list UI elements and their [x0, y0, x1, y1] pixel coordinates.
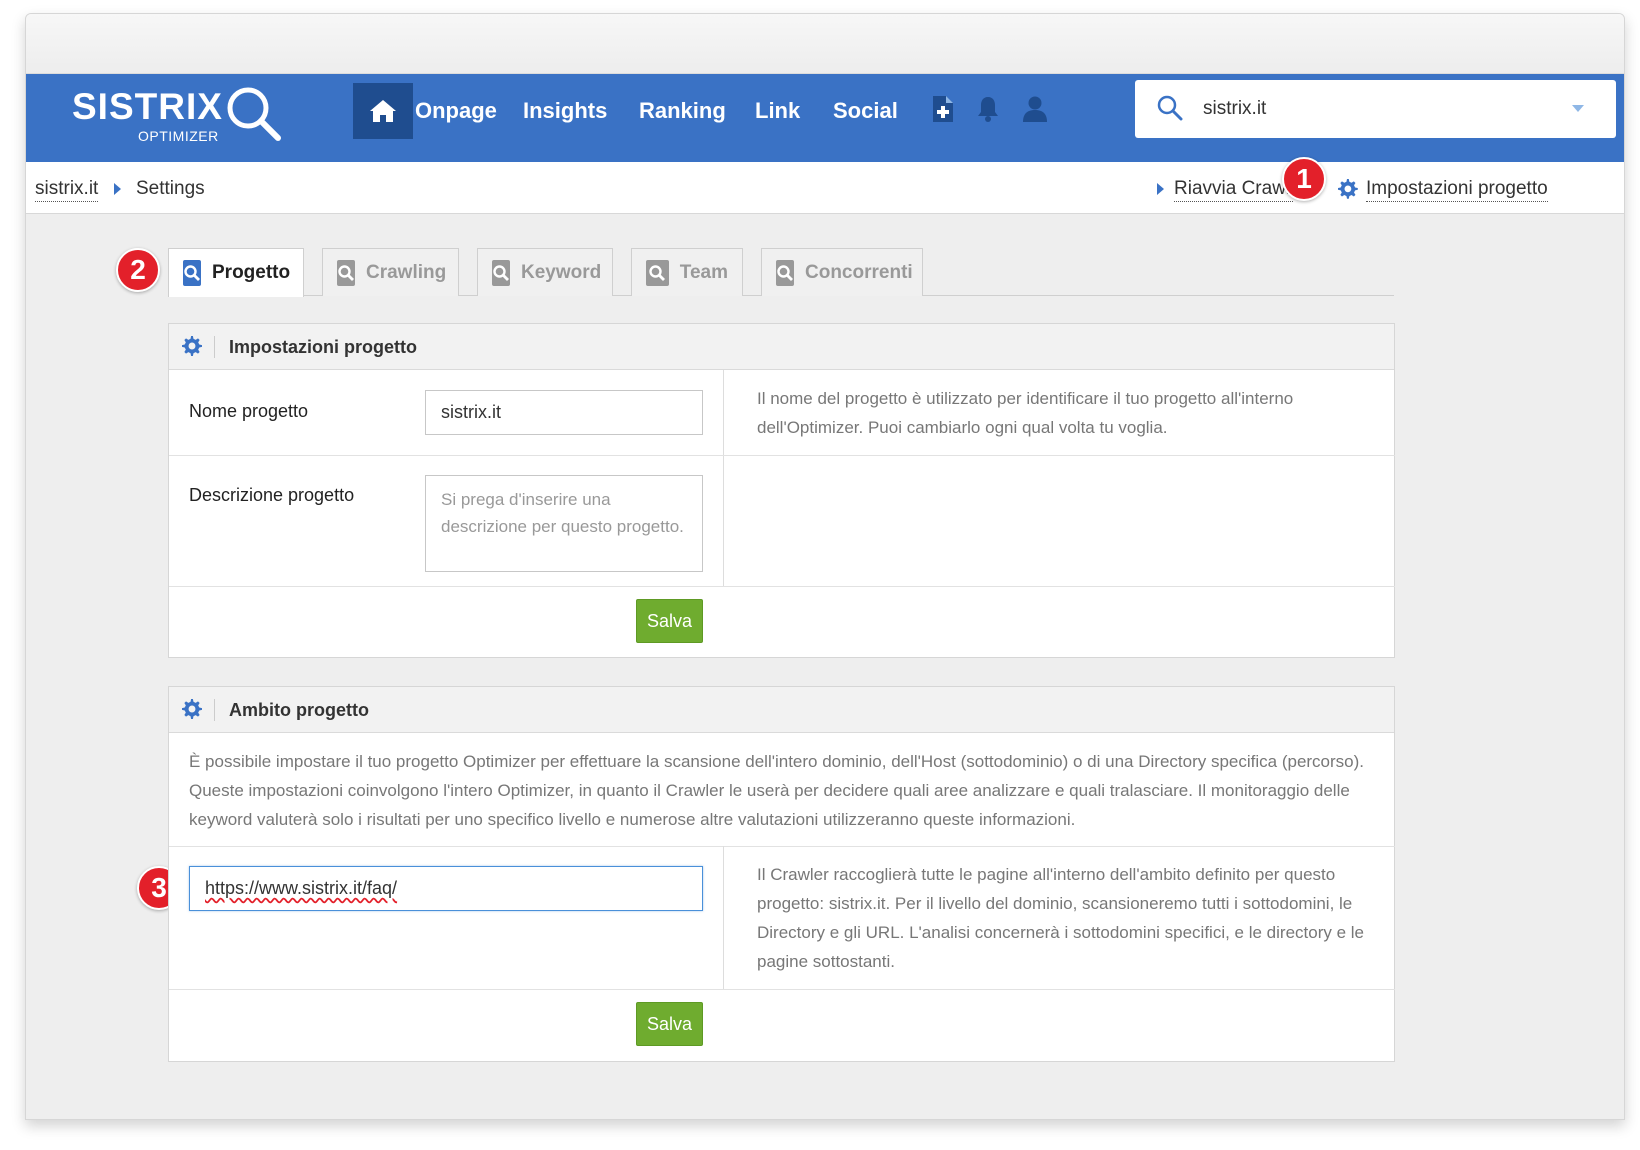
panel-title: Impostazioni progetto: [229, 337, 417, 357]
add-document-icon[interactable]: [933, 96, 953, 122]
tab-progetto[interactable]: Progetto: [168, 248, 304, 297]
tab-label: Team: [679, 261, 728, 283]
sistrix-logo[interactable]: SISTRIX OPTIMIZER: [72, 84, 282, 150]
tab-label: Crawling: [366, 261, 447, 283]
panel-header: Ambito progetto: [169, 687, 1394, 733]
chevron-down-icon[interactable]: [1572, 105, 1584, 112]
save-button[interactable]: Salva: [636, 1002, 703, 1046]
panel-title: Ambito progetto: [229, 700, 369, 720]
user-icon[interactable]: [1023, 96, 1047, 122]
tab-keyword[interactable]: Keyword: [477, 248, 613, 296]
scope-help: Il Crawler raccoglierà tutte le pagine a…: [757, 865, 1365, 971]
project-description-label: Descrizione progetto: [189, 485, 355, 505]
project-settings-link[interactable]: Impostazioni progetto: [1366, 178, 1548, 202]
home-button[interactable]: [353, 83, 413, 139]
tab-concorrenti[interactable]: Concorrenti: [761, 248, 923, 296]
logo-subtitle: OPTIMIZER: [138, 128, 219, 144]
header-divider: [214, 699, 215, 721]
tab-label: Keyword: [521, 261, 602, 283]
restart-crawler-link[interactable]: Riavvia Crawler: [1174, 178, 1293, 202]
row-divider: [169, 846, 1395, 847]
home-icon: [370, 100, 396, 122]
browser-chrome: [26, 14, 1624, 74]
search-input[interactable]: sistrix.it: [1203, 98, 1266, 120]
gear-icon: [182, 699, 202, 719]
domain-search-box[interactable]: sistrix.it: [1135, 80, 1616, 138]
row-divider: [169, 586, 1395, 587]
column-divider: [723, 846, 724, 989]
logo-magnifier-icon: [227, 87, 281, 141]
search-icon: [776, 259, 794, 286]
tab-label: Concorrenti: [805, 261, 913, 283]
tab-team[interactable]: Team: [631, 248, 743, 296]
nav-social[interactable]: Social: [833, 98, 898, 124]
project-name-label: Nome progetto: [189, 401, 309, 421]
tab-label: Progetto: [212, 262, 291, 283]
project-name-help: Il nome del progetto è utilizzato per id…: [757, 389, 1294, 437]
project-description-textarea[interactable]: Si prega d'inserire una descrizione per …: [425, 475, 703, 572]
breadcrumb: sistrix.it Settings Riavvia Crawler Impo…: [26, 162, 1624, 214]
gear-icon: [1338, 179, 1358, 199]
search-icon: [1157, 95, 1183, 121]
logo-text: SISTRIX: [72, 86, 223, 127]
annotation-badge-2: 2: [116, 248, 160, 292]
scope-url-input[interactable]: https://www.sistrix.it/faq/: [189, 866, 703, 911]
scope-url-value: https://www.sistrix.it/faq/: [205, 878, 398, 898]
breadcrumb-project-link[interactable]: sistrix.it: [35, 178, 99, 202]
project-scope-panel: Ambito progetto È possibile impostare il…: [168, 686, 1395, 1062]
column-divider: [723, 370, 724, 586]
search-icon: [337, 259, 355, 286]
header-divider: [214, 336, 215, 358]
scope-intro-text: È possibile impostare il tuo progetto Op…: [189, 752, 1365, 829]
search-icon: [646, 259, 669, 286]
nav-ranking[interactable]: Ranking: [639, 98, 726, 124]
breadcrumb-arrow-icon: [114, 183, 121, 195]
row-divider: [169, 455, 1395, 456]
nav-link[interactable]: Link: [755, 98, 800, 124]
project-settings-panel: Impostazioni progetto Nome progetto sist…: [168, 323, 1395, 658]
search-icon: [492, 259, 510, 286]
bell-icon[interactable]: [977, 96, 999, 122]
search-icon: [183, 260, 201, 286]
arrow-right-icon: [1157, 183, 1164, 195]
row-divider: [169, 989, 1395, 990]
browser-window: SISTRIX OPTIMIZER Onpage Insights Rankin…: [25, 13, 1625, 1120]
save-button[interactable]: Salva: [636, 599, 703, 643]
tab-crawling[interactable]: Crawling: [322, 248, 459, 296]
nav-insights[interactable]: Insights: [523, 98, 607, 124]
project-name-input[interactable]: sistrix.it: [425, 390, 703, 435]
top-navbar: SISTRIX OPTIMIZER Onpage Insights Rankin…: [26, 74, 1624, 162]
panel-header: Impostazioni progetto: [169, 324, 1394, 370]
gear-icon: [182, 336, 202, 356]
annotation-badge-1: 1: [1282, 157, 1326, 201]
breadcrumb-current: Settings: [136, 178, 205, 199]
nav-onpage[interactable]: Onpage: [415, 98, 497, 124]
